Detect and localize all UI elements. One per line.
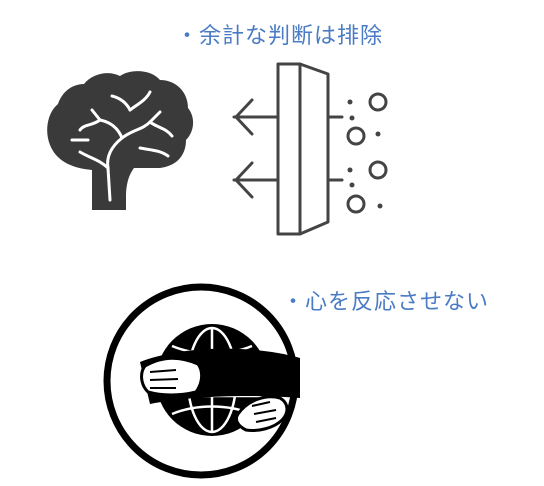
filter-dots [347, 99, 383, 209]
brain-icon [47, 71, 194, 210]
globe-hug-icon [103, 283, 300, 479]
illustration-canvas [47, 62, 388, 479]
filter-icon [232, 62, 388, 236]
